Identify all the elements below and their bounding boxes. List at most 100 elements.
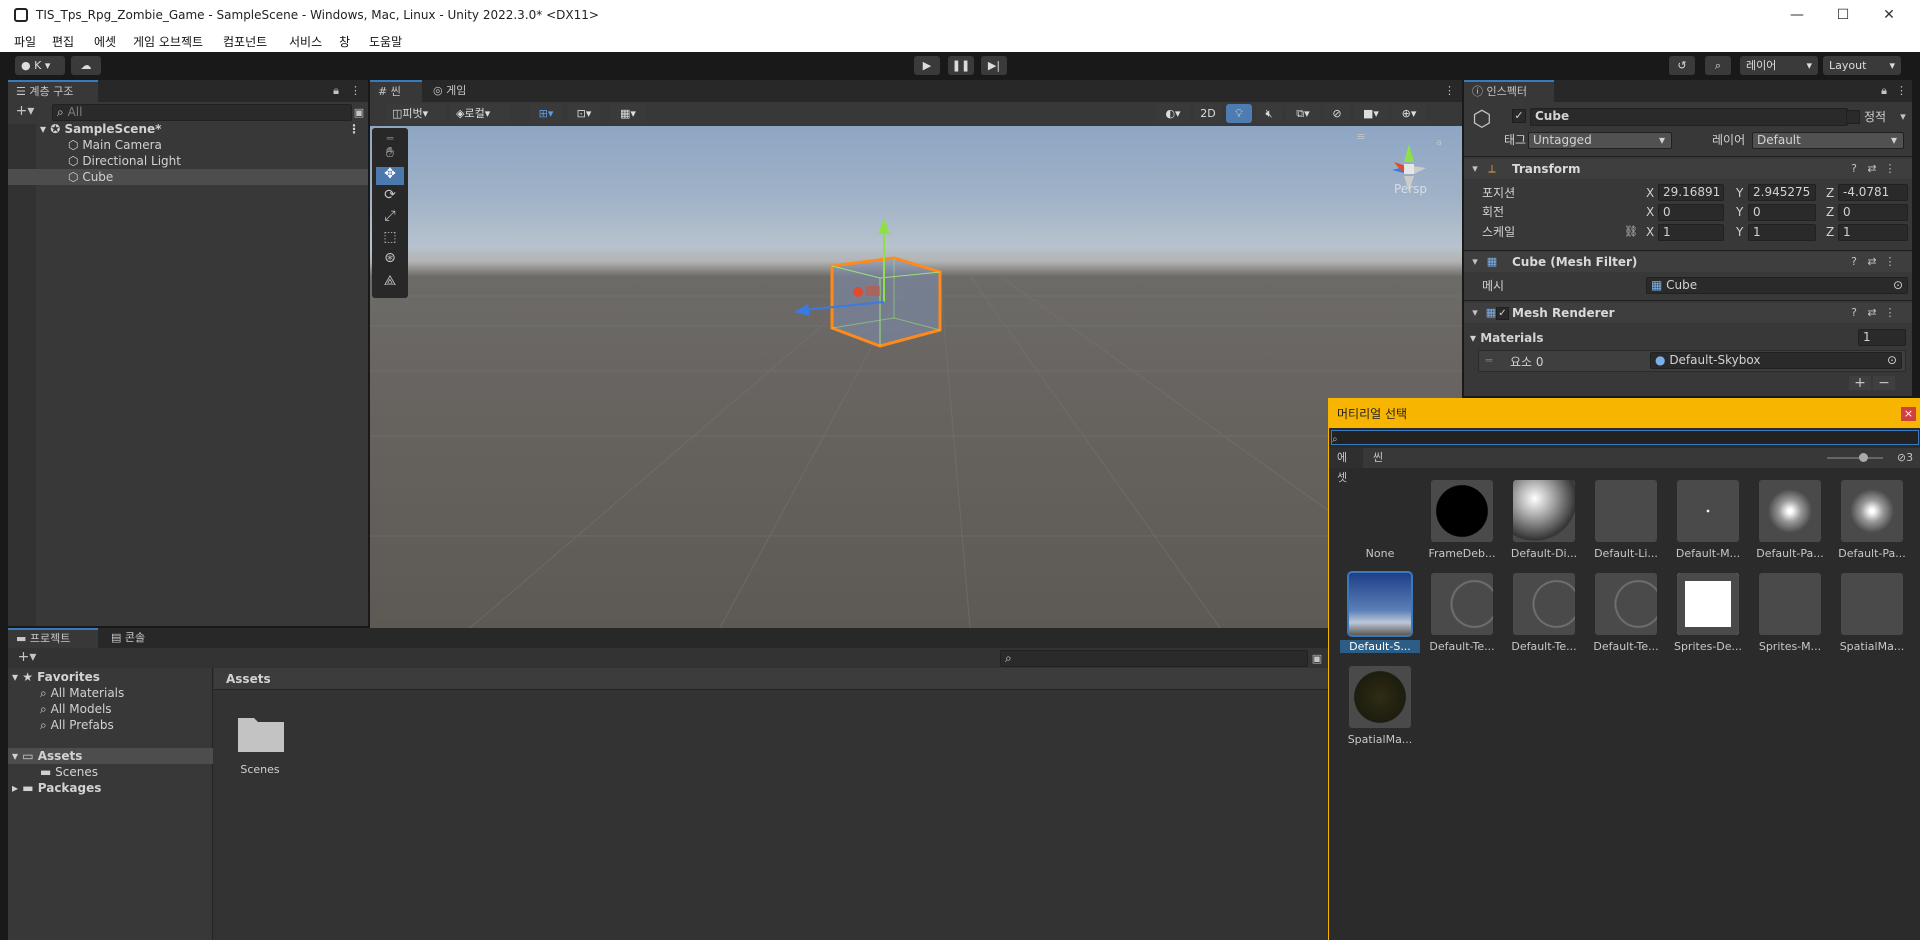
layers-dropdown[interactable]: 레이어 ▾ <box>1740 56 1818 75</box>
tab-console[interactable]: ▤ 콘솔 <box>103 628 163 648</box>
menu-component[interactable]: 컴포넌트 <box>223 33 267 50</box>
rotate-tool-icon[interactable]: ⟳ <box>376 188 404 206</box>
transform-header[interactable]: Transform <box>1464 159 1912 179</box>
local-dropdown[interactable]: ◈로컬▾ <box>450 104 510 123</box>
tab-scene[interactable]: # 씬 <box>370 80 422 102</box>
material-thumbnail[interactable] <box>1431 573 1493 635</box>
material-search-input[interactable]: ⌕ <box>1331 430 1919 445</box>
menu-window[interactable]: 창 <box>339 33 350 50</box>
grid-visibility-button[interactable]: ▦▾ <box>610 104 646 123</box>
favorite-item[interactable]: ⌕ All Materials <box>40 685 124 701</box>
search-filter-icon[interactable]: ▣ <box>352 106 366 120</box>
kebab-menu-icon[interactable]: ⋮ <box>350 84 361 98</box>
thumbnail-size-slider[interactable] <box>1827 457 1883 459</box>
material-thumbnail[interactable] <box>1595 573 1657 635</box>
enabled-checkbox[interactable]: ✓ <box>1496 307 1509 320</box>
kebab-menu-icon[interactable]: ⋮ <box>1444 84 1455 98</box>
create-asset-button[interactable]: +▾ <box>14 650 40 664</box>
search-button[interactable]: ⌕ <box>1705 56 1731 75</box>
preset-icon[interactable]: ⇄ <box>1866 306 1878 320</box>
hierarchy-search-input[interactable]: ⌕ All <box>52 104 352 121</box>
undo-history-button[interactable]: ↺ <box>1669 56 1695 75</box>
rotation-y-field[interactable]: 0 <box>1748 204 1816 221</box>
position-z-field[interactable]: -4.0781 <box>1838 184 1908 201</box>
material-thumbnail[interactable] <box>1431 480 1493 542</box>
hidden-objects-button[interactable]: ⊘ <box>1324 104 1350 123</box>
kebab-menu-icon[interactable]: ⋮ <box>1896 84 1907 98</box>
effects-dropdown[interactable]: ⧉▾ <box>1286 104 1320 123</box>
tab-hierarchy[interactable]: ☰ 계층 구조 <box>8 80 98 102</box>
menu-gameobject[interactable]: 게임 오브젝트 <box>133 33 203 50</box>
slider-handle[interactable] <box>1859 453 1868 462</box>
material-thumbnail[interactable] <box>1677 573 1739 635</box>
rotation-x-field[interactable]: 0 <box>1658 204 1724 221</box>
material-thumbnail[interactable] <box>1759 480 1821 542</box>
scale-z-field[interactable]: 1 <box>1838 224 1908 241</box>
material-thumbnail[interactable] <box>1759 573 1821 635</box>
scale-tool-icon[interactable]: ⤢ <box>376 209 404 227</box>
menu-help[interactable]: 도움말 <box>369 33 402 50</box>
material-thumbnail[interactable] <box>1513 573 1575 635</box>
step-button[interactable]: ▶| <box>981 56 1007 75</box>
tab-assets[interactable]: 에셋 <box>1329 448 1363 484</box>
snap-increment-button[interactable]: ⊡▾ <box>568 104 600 123</box>
breadcrumb[interactable]: Assets <box>226 671 271 687</box>
material-thumbnail[interactable] <box>1513 480 1575 542</box>
material-object-field[interactable]: ● Default-Skybox ⊙ <box>1650 352 1902 369</box>
transform-tool-icon[interactable]: ⊛ <box>376 251 404 269</box>
scene-row[interactable]: ▾ ✪ SampleScene* ⋮ <box>8 121 368 137</box>
lock-icon[interactable]: 🔒︎ <box>330 84 342 98</box>
hierarchy-item-selected[interactable]: ⬡ Cube <box>8 169 368 185</box>
position-y-field[interactable]: 2.945275 <box>1748 184 1816 201</box>
2d-toggle-button[interactable]: 2D <box>1194 104 1222 123</box>
shading-mode-button[interactable]: ◐▾ <box>1156 104 1190 123</box>
perspective-label[interactable]: Persp <box>1394 182 1427 196</box>
cloud-button[interactable]: ☁ <box>71 56 101 75</box>
close-button[interactable]: × <box>1901 407 1916 421</box>
custom-tool-icon[interactable]: ⟁ <box>376 274 404 292</box>
scale-x-field[interactable]: 1 <box>1658 224 1724 241</box>
kebab-menu-icon[interactable]: ⋮ <box>1884 162 1896 176</box>
material-thumbnail[interactable] <box>1841 573 1903 635</box>
rect-tool-icon[interactable]: ⬚ <box>376 230 404 248</box>
material-thumbnail[interactable] <box>1595 480 1657 542</box>
project-search-input[interactable]: ⌕ <box>1000 650 1308 667</box>
scale-y-field[interactable]: 1 <box>1748 224 1816 241</box>
object-name-field[interactable]: Cube <box>1530 108 1848 126</box>
menu-assets[interactable]: 에셋 <box>94 33 116 50</box>
position-x-field[interactable]: 29.16891 <box>1658 184 1724 201</box>
rotation-z-field[interactable]: 0 <box>1838 204 1908 221</box>
kebab-menu-icon[interactable]: ⋮ <box>348 121 360 137</box>
preset-icon[interactable]: ⇄ <box>1866 255 1878 269</box>
play-button[interactable]: ▶ <box>914 56 940 75</box>
help-icon[interactable]: ? <box>1848 255 1860 269</box>
grid-snap-button[interactable]: ⊞▾ <box>530 104 562 123</box>
audio-toggle-button[interactable]: 🔇︎ <box>1256 104 1282 123</box>
link-icon[interactable]: ⛓︎ <box>1624 225 1638 239</box>
object-picker-icon[interactable]: ⊙ <box>1893 278 1903 293</box>
add-object-button[interactable]: +▾ <box>14 104 36 118</box>
material-thumbnail[interactable] <box>1347 571 1413 637</box>
close-window-button[interactable]: ✕ <box>1866 0 1912 31</box>
maximize-button[interactable]: ☐ <box>1820 0 1866 31</box>
favorite-item[interactable]: ⌕ All Prefabs <box>40 717 114 733</box>
camera-dropdown[interactable]: ■▾ <box>1354 104 1388 123</box>
tab-game[interactable]: ◎ 게임 <box>425 80 485 102</box>
preset-icon[interactable]: ⇄ <box>1866 162 1878 176</box>
hierarchy-item[interactable]: ⬡ Directional Light <box>8 153 368 169</box>
drag-handle-icon[interactable]: ═ <box>378 132 402 145</box>
move-tool-icon[interactable]: ✥ <box>376 167 404 185</box>
menu-file[interactable]: 파일 <box>14 33 36 50</box>
minimize-button[interactable]: — <box>1774 0 1820 31</box>
search-by-type-icon[interactable]: ▣ <box>1310 652 1324 666</box>
scenes-folder-thumbnail[interactable] <box>236 712 286 754</box>
lighting-toggle-button[interactable]: 💡︎ <box>1226 104 1252 123</box>
drag-handle-icon[interactable]: ═ <box>1484 354 1494 368</box>
tag-dropdown[interactable]: Untagged ▾ <box>1528 132 1672 149</box>
static-checkbox[interactable] <box>1846 110 1860 124</box>
hierarchy-item[interactable]: ⬡ Main Camera <box>8 137 368 153</box>
layout-dropdown[interactable]: Layout ▾ <box>1823 56 1901 75</box>
mesh-renderer-header[interactable]: Mesh Renderer <box>1464 303 1912 323</box>
material-thumbnail[interactable] <box>1677 480 1739 542</box>
gizmos-dropdown[interactable]: ⊕▾ <box>1392 104 1426 123</box>
